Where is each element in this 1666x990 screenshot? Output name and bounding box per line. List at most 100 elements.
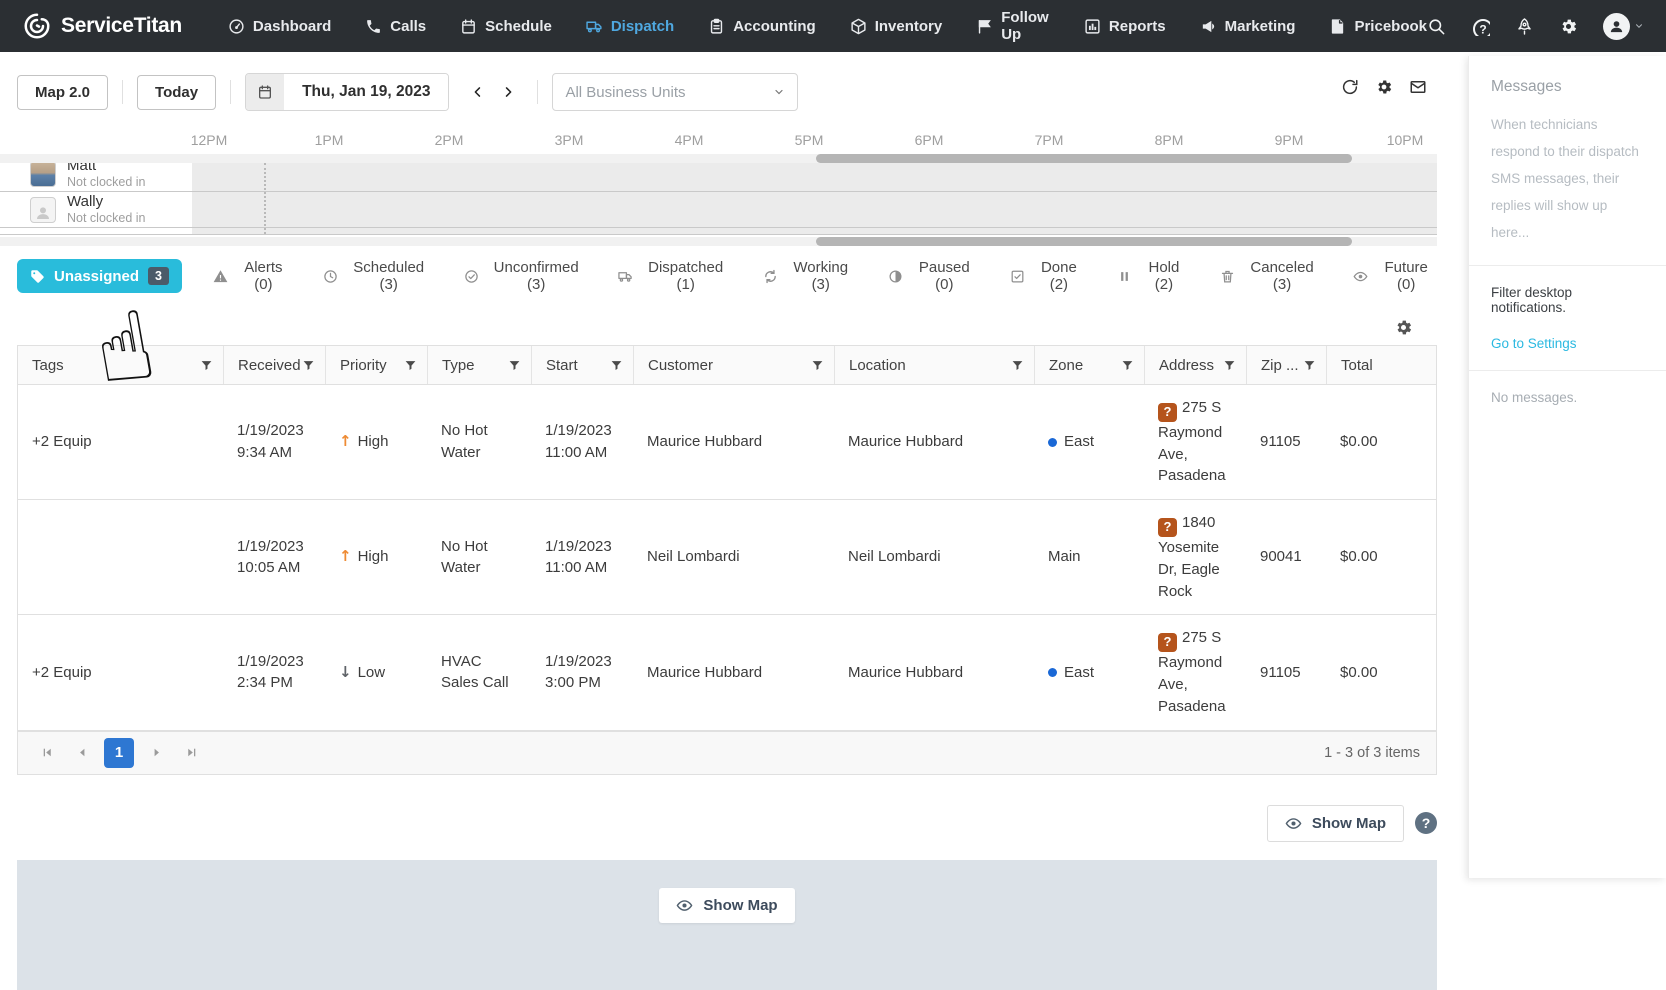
tab-alerts[interactable]: Alerts (0)	[213, 259, 292, 293]
filter-icon[interactable]	[1121, 359, 1134, 372]
no-messages-text: No messages.	[1491, 390, 1578, 405]
scrollbar-thumb[interactable]	[816, 154, 1352, 163]
hour-label: 4PM	[674, 132, 704, 148]
technician-cell: Wally Not clocked in	[0, 193, 192, 227]
address-question-badge[interactable]: ?	[1158, 633, 1177, 653]
tab-done[interactable]: Done (2)	[1010, 259, 1086, 293]
technician-name: Matt	[67, 163, 97, 174]
cell-zip: 91105	[1260, 663, 1301, 681]
refresh-icon[interactable]	[1341, 78, 1359, 96]
avatar	[1603, 12, 1630, 40]
book-icon	[1329, 18, 1346, 35]
filter-icon[interactable]	[610, 359, 623, 372]
column-header-total[interactable]: Total	[1326, 346, 1436, 384]
table-row[interactable]: 1/19/2023 10:05 AM ↑ High No Hot Water 1/1…	[18, 499, 1436, 614]
address-question-badge[interactable]: ?	[1158, 518, 1177, 538]
column-header-customer[interactable]: Customer	[633, 346, 834, 384]
column-header-priority[interactable]: Priority	[325, 346, 427, 384]
nav-item-dashboard[interactable]: Dashboard	[228, 18, 331, 35]
column-header-start[interactable]: Start	[531, 346, 633, 384]
previous-day-button[interactable]	[465, 79, 491, 105]
tag-icon	[30, 269, 45, 284]
mail-icon[interactable]	[1409, 78, 1427, 96]
tab-scheduled[interactable]: Scheduled (3)	[323, 259, 433, 293]
nav-item-reports[interactable]: Reports	[1084, 18, 1166, 35]
tab-unassigned[interactable]: Unassigned 3	[17, 259, 182, 293]
tab-hold[interactable]: Hold (2)	[1117, 259, 1189, 293]
nav-item-dispatch[interactable]: Dispatch	[586, 18, 674, 35]
gear-icon[interactable]	[1394, 318, 1413, 337]
next-page-button[interactable]	[143, 740, 169, 766]
divider	[1469, 265, 1666, 266]
servicetitan-brand[interactable]: ServiceTitan	[22, 11, 182, 41]
nav-item-follow-up[interactable]: Follow Up	[976, 9, 1050, 43]
help-icon[interactable]: ?	[1471, 17, 1490, 36]
toolbar-divider	[230, 80, 232, 104]
table-row[interactable]: +2 Equip 1/19/2023 2:34 PM ↓ Low HVAC Sale…	[18, 614, 1436, 729]
tab-working[interactable]: Working (3)	[763, 259, 857, 293]
nav-item-pricebook[interactable]: Pricebook	[1329, 18, 1427, 35]
cell-start: 1/19/2023 11:00 AM	[545, 422, 612, 462]
column-header-address[interactable]: Address	[1144, 346, 1246, 384]
tab-dispatched[interactable]: Dispatched (1)	[618, 259, 732, 293]
filter-icon[interactable]	[404, 359, 417, 372]
filter-icon[interactable]	[811, 359, 824, 372]
calendar-icon	[460, 18, 477, 35]
chevron-left-icon	[471, 85, 485, 99]
nav-right-actions: ?	[1427, 12, 1644, 40]
technician-row[interactable]: Matt Not clocked in	[0, 163, 1437, 192]
technician-row[interactable]: Wally Not clocked in	[0, 192, 1437, 228]
filter-icon[interactable]	[1303, 359, 1316, 372]
tab-future[interactable]: Future (0)	[1353, 259, 1437, 293]
tab-label: Unassigned	[54, 267, 140, 285]
business-units-select[interactable]: All Business Units	[552, 73, 799, 111]
first-page-button[interactable]	[34, 740, 60, 766]
map-2-button[interactable]: Map 2.0	[17, 74, 109, 110]
next-day-button[interactable]	[495, 79, 521, 105]
filter-icon[interactable]	[200, 359, 213, 372]
nav-item-calls[interactable]: Calls	[365, 18, 426, 35]
nav-item-schedule[interactable]: Schedule	[460, 18, 552, 35]
column-header-tags[interactable]: Tags	[18, 346, 223, 384]
table-row[interactable]: +2 Equip 1/19/2023 9:34 AM ↑ High No Hot W…	[18, 384, 1436, 499]
filter-icon[interactable]	[1223, 359, 1236, 372]
nav-item-inventory[interactable]: Inventory	[850, 18, 942, 35]
scrollbar-thumb[interactable]	[816, 237, 1352, 246]
previous-page-button[interactable]	[69, 740, 95, 766]
sync-icon	[763, 269, 778, 284]
user-menu[interactable]	[1603, 12, 1644, 40]
rocket-icon[interactable]	[1515, 17, 1534, 36]
column-header-received[interactable]: Received	[223, 346, 325, 384]
gear-icon[interactable]	[1375, 78, 1393, 96]
column-label: Tags	[32, 356, 64, 374]
filter-icon[interactable]	[508, 359, 521, 372]
column-header-zip[interactable]: Zip ...	[1246, 346, 1326, 384]
column-header-zone[interactable]: Zone	[1034, 346, 1144, 384]
show-map-button-bottom[interactable]: Show Map	[659, 887, 795, 923]
nav-item-marketing[interactable]: Marketing	[1200, 18, 1295, 35]
unassigned-count-badge: 3	[148, 267, 169, 285]
show-map-button[interactable]: Show Map	[1266, 804, 1404, 842]
page-1-button[interactable]: 1	[104, 737, 134, 768]
help-icon[interactable]: ?	[1415, 812, 1437, 835]
address-question-badge[interactable]: ?	[1158, 402, 1177, 422]
column-label: Zone	[1049, 356, 1084, 374]
filter-icon[interactable]	[1011, 359, 1024, 372]
column-header-location[interactable]: Location	[834, 346, 1034, 384]
filter-icon[interactable]	[302, 359, 315, 372]
tab-paused[interactable]: Paused (0)	[888, 259, 979, 293]
cell-zip: 90041	[1260, 548, 1302, 566]
calendar-icon[interactable]	[246, 74, 285, 110]
column-header-type[interactable]: Type	[427, 346, 531, 384]
search-icon[interactable]	[1427, 17, 1446, 36]
today-button[interactable]: Today	[137, 74, 217, 110]
cell-zone: Main	[1048, 548, 1081, 566]
tab-canceled[interactable]: Canceled (3)	[1220, 259, 1323, 293]
nav-item-accounting[interactable]: Accounting	[708, 18, 816, 35]
gear-icon[interactable]	[1559, 17, 1578, 36]
last-page-button[interactable]	[178, 740, 204, 766]
date-display[interactable]: Thu, Jan 19, 2023	[284, 74, 449, 110]
go-to-settings-link[interactable]: Go to Settings	[1469, 336, 1666, 351]
tab-unconfirmed[interactable]: Unconfirmed (3)	[464, 259, 587, 293]
chevron-right-icon	[501, 85, 515, 99]
